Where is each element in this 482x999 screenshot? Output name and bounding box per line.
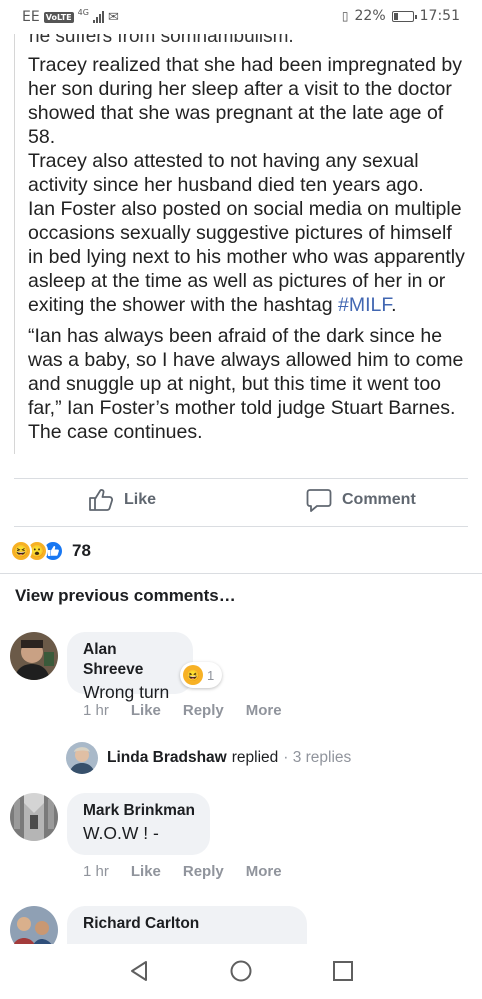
comment-bubble: Alan Shreeve Wrong turn (67, 632, 193, 702)
article-cut-line: he suffers from somnambulism. (29, 34, 294, 47)
article-text: Tracey realized that she had been impreg… (28, 53, 468, 444)
comment-meta: 1 hr Like Reply More (83, 702, 304, 719)
thumbs-up-icon (89, 489, 114, 511)
comment-reaction-count: 1 (207, 667, 215, 683)
carrier-label: EE (22, 9, 40, 25)
status-right: ▯ 22% 17:51 (342, 8, 460, 24)
comment-reaction-pill[interactable]: 😆 1 (180, 662, 223, 688)
avatar[interactable] (10, 793, 58, 841)
view-previous-comments-link[interactable]: View previous comments… (15, 586, 236, 606)
like-button[interactable]: Like (88, 488, 156, 512)
comment-icon (306, 489, 332, 512)
back-icon[interactable] (128, 960, 150, 982)
action-divider-bottom (14, 526, 468, 527)
comment-meta: 1 hr Like Reply More (83, 863, 304, 880)
avatar (66, 742, 98, 774)
battery-fill (393, 12, 399, 20)
comments-divider (0, 573, 482, 574)
system-navigation-bar (0, 944, 482, 999)
network-type: 4G (77, 7, 89, 17)
signal-icon (92, 11, 104, 23)
comment-text: W.O.W ! - (83, 823, 159, 843)
hashtag-suffix: . (391, 294, 397, 316)
reaction-count: 78 (72, 541, 91, 560)
haha-reaction-icon: 😆 (183, 665, 203, 685)
avatar-photo (66, 742, 98, 774)
article-paragraph: Tracey also attested to not having any s… (28, 150, 424, 196)
comment-time: 1 hr (83, 863, 109, 880)
recent-apps-icon[interactable] (332, 960, 354, 982)
commenter-name[interactable]: Alan Shreeve (83, 640, 179, 680)
clock: 17:51 (419, 8, 460, 24)
like-label: Like (124, 491, 157, 508)
replier-name: Linda Bradshaw (107, 749, 227, 766)
comment-bubble: Mark Brinkman W.O.W ! - (67, 793, 210, 855)
status-left: EE VoLTE 4G ✉ (22, 7, 119, 26)
status-bar: EE VoLTE 4G ✉ ▯ 22% 17:51 (0, 0, 482, 34)
avatar-photo (10, 632, 58, 680)
article-paragraph-text: Ian Foster also posted on social media o… (28, 198, 465, 316)
commenter-name[interactable]: Mark Brinkman (83, 801, 196, 821)
article-paragraph: Ian Foster also posted on social media o… (28, 197, 468, 317)
comment-like-link[interactable]: Like (131, 702, 161, 719)
battery-icon (391, 10, 417, 22)
article-paragraph: Tracey realized that she had been impreg… (28, 54, 462, 148)
article-body: he suffers from somnambulism. Tracey rea… (14, 34, 470, 454)
article-paragraph: “Ian has always been afraid of the dark … (28, 325, 464, 443)
commenter-name[interactable]: Richard Carlton (83, 914, 293, 934)
view-replies-row[interactable]: Linda Bradshaw replied · 3 replies (66, 742, 351, 774)
action-row: Like Comment (0, 478, 482, 524)
home-icon[interactable] (229, 960, 253, 982)
mail-icon: ✉ (107, 9, 119, 25)
comment-reply-link[interactable]: Reply (183, 863, 224, 880)
comment-text: Wrong turn (83, 682, 170, 702)
volte-badge: VoLTE (43, 11, 74, 23)
avatar[interactable] (10, 632, 58, 680)
comment-more-link[interactable]: More (246, 702, 282, 719)
vibrate-icon: ▯ (341, 9, 349, 23)
reply-count: · 3 replies (283, 749, 352, 766)
avatar-photo (10, 793, 58, 841)
haha-reaction-icon: 😆 (10, 540, 32, 562)
comment-time: 1 hr (83, 702, 109, 719)
battery-percent: 22% (354, 8, 386, 24)
hashtag-link[interactable]: #MILF (338, 294, 391, 316)
comment-label: Comment (342, 491, 416, 508)
reply-verb: replied (231, 749, 279, 766)
comment-like-link[interactable]: Like (131, 863, 161, 880)
comment-more-link[interactable]: More (246, 863, 282, 880)
comment-reply-link[interactable]: Reply (183, 702, 224, 719)
comment-button[interactable]: Comment (306, 488, 416, 512)
reaction-summary[interactable]: 😆 😮 78 (10, 538, 91, 564)
